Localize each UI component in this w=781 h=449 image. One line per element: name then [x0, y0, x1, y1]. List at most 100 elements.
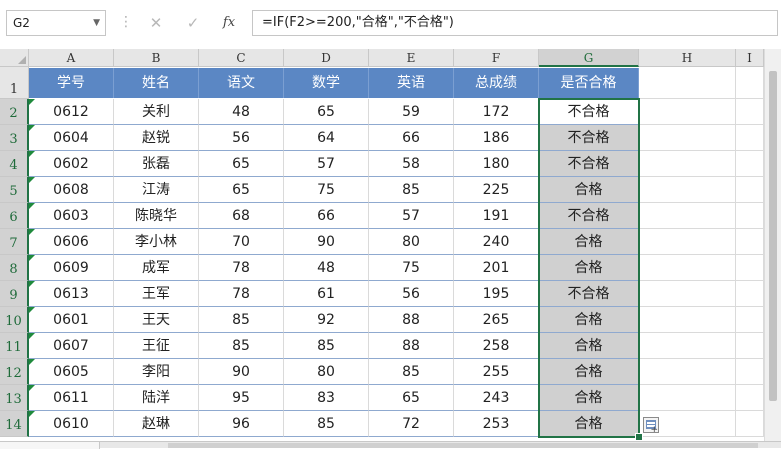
empty-cell[interactable]: [639, 151, 736, 177]
table-cell[interactable]: 0601: [29, 307, 114, 333]
empty-cell[interactable]: [639, 99, 736, 125]
table-cell[interactable]: 253: [454, 411, 539, 437]
table-cell[interactable]: 0606: [29, 229, 114, 255]
empty-cell[interactable]: [736, 151, 764, 177]
check-icon[interactable]: ✓: [182, 12, 204, 34]
formula-input[interactable]: =IF(F2>=200,"合格","不合格"): [252, 10, 778, 36]
empty-cell[interactable]: [639, 281, 736, 307]
table-cell[interactable]: 57: [369, 203, 454, 229]
table-cell[interactable]: 合格: [539, 307, 639, 333]
row-header-14[interactable]: 14: [0, 411, 29, 437]
row-header-12[interactable]: 12: [0, 359, 29, 385]
table-cell[interactable]: 65: [199, 151, 284, 177]
empty-cell[interactable]: [639, 385, 736, 411]
table-cell[interactable]: 0602: [29, 151, 114, 177]
empty-cell[interactable]: [639, 307, 736, 333]
table-cell[interactable]: 95: [199, 385, 284, 411]
header-cell[interactable]: 英语: [369, 68, 454, 98]
table-cell[interactable]: 201: [454, 255, 539, 281]
row-header-13[interactable]: 13: [0, 385, 29, 411]
table-cell[interactable]: 75: [369, 255, 454, 281]
table-cell[interactable]: 王军: [114, 281, 199, 307]
table-cell[interactable]: 合格: [539, 411, 639, 437]
table-cell[interactable]: 80: [284, 359, 369, 385]
name-box[interactable]: G2 ▼: [6, 10, 106, 36]
table-cell[interactable]: 48: [284, 255, 369, 281]
table-cell[interactable]: 合格: [539, 333, 639, 359]
header-cell[interactable]: 姓名: [114, 68, 199, 98]
empty-cell[interactable]: [736, 177, 764, 203]
table-cell[interactable]: 72: [369, 411, 454, 437]
empty-cell[interactable]: [736, 359, 764, 385]
table-cell[interactable]: 85: [284, 411, 369, 437]
row-header-2[interactable]: 2: [0, 99, 29, 125]
table-cell[interactable]: 75: [284, 177, 369, 203]
table-cell[interactable]: 68: [199, 203, 284, 229]
column-header-g[interactable]: G: [539, 49, 639, 67]
row-header-8[interactable]: 8: [0, 255, 29, 281]
table-cell[interactable]: 65: [369, 385, 454, 411]
empty-cell[interactable]: [639, 177, 736, 203]
row-header-11[interactable]: 11: [0, 333, 29, 359]
table-cell[interactable]: 90: [284, 229, 369, 255]
vertical-scrollbar[interactable]: [764, 49, 781, 441]
table-cell[interactable]: 陆洋: [114, 385, 199, 411]
select-all-button[interactable]: [0, 49, 29, 67]
table-cell[interactable]: 李小林: [114, 229, 199, 255]
table-cell[interactable]: 265: [454, 307, 539, 333]
empty-cell[interactable]: [736, 255, 764, 281]
quick-analysis-icon[interactable]: [643, 417, 659, 435]
table-cell[interactable]: 57: [284, 151, 369, 177]
table-cell[interactable]: 不合格: [539, 99, 639, 125]
table-cell[interactable]: 0613: [29, 281, 114, 307]
table-cell[interactable]: 61: [284, 281, 369, 307]
table-cell[interactable]: 186: [454, 125, 539, 151]
table-cell[interactable]: 58: [369, 151, 454, 177]
table-cell[interactable]: 85: [199, 333, 284, 359]
header-cell[interactable]: 语文: [199, 68, 284, 98]
table-cell[interactable]: 65: [284, 99, 369, 125]
row-header-9[interactable]: 9: [0, 281, 29, 307]
table-cell[interactable]: 172: [454, 99, 539, 125]
table-cell[interactable]: 64: [284, 125, 369, 151]
table-cell[interactable]: 85: [369, 177, 454, 203]
table-cell[interactable]: 0612: [29, 99, 114, 125]
table-cell[interactable]: 张磊: [114, 151, 199, 177]
table-cell[interactable]: 王天: [114, 307, 199, 333]
table-cell[interactable]: 0611: [29, 385, 114, 411]
table-cell[interactable]: 92: [284, 307, 369, 333]
table-cell[interactable]: 180: [454, 151, 539, 177]
table-cell[interactable]: 合格: [539, 359, 639, 385]
table-cell[interactable]: 66: [369, 125, 454, 151]
column-header-b[interactable]: B: [114, 49, 199, 67]
empty-cell[interactable]: [736, 203, 764, 229]
table-cell[interactable]: 合格: [539, 229, 639, 255]
table-cell[interactable]: 赵琳: [114, 411, 199, 437]
table-cell[interactable]: 合格: [539, 177, 639, 203]
table-cell[interactable]: 0610: [29, 411, 114, 437]
header-cell[interactable]: 数学: [284, 68, 369, 98]
horizontal-scrollbar-thumb[interactable]: [168, 443, 758, 448]
table-cell[interactable]: 成军: [114, 255, 199, 281]
insert-function-icon[interactable]: fx: [218, 12, 240, 34]
chevron-down-icon[interactable]: ▼: [93, 11, 100, 35]
table-cell[interactable]: 88: [369, 307, 454, 333]
column-header-d[interactable]: D: [284, 49, 369, 67]
empty-cell[interactable]: [736, 67, 764, 99]
table-cell[interactable]: 56: [199, 125, 284, 151]
table-cell[interactable]: 江涛: [114, 177, 199, 203]
empty-cell[interactable]: [736, 281, 764, 307]
fill-handle[interactable]: [635, 433, 643, 441]
table-cell[interactable]: 255: [454, 359, 539, 385]
table-cell[interactable]: 不合格: [539, 151, 639, 177]
table-cell[interactable]: 243: [454, 385, 539, 411]
table-cell[interactable]: 83: [284, 385, 369, 411]
header-cell[interactable]: 是否合格: [539, 68, 639, 98]
empty-cell[interactable]: [639, 359, 736, 385]
empty-cell[interactable]: [639, 203, 736, 229]
table-cell[interactable]: 90: [199, 359, 284, 385]
column-header-a[interactable]: A: [29, 49, 114, 67]
row-header-6[interactable]: 6: [0, 203, 29, 229]
table-cell[interactable]: 85: [199, 307, 284, 333]
table-cell[interactable]: 80: [369, 229, 454, 255]
